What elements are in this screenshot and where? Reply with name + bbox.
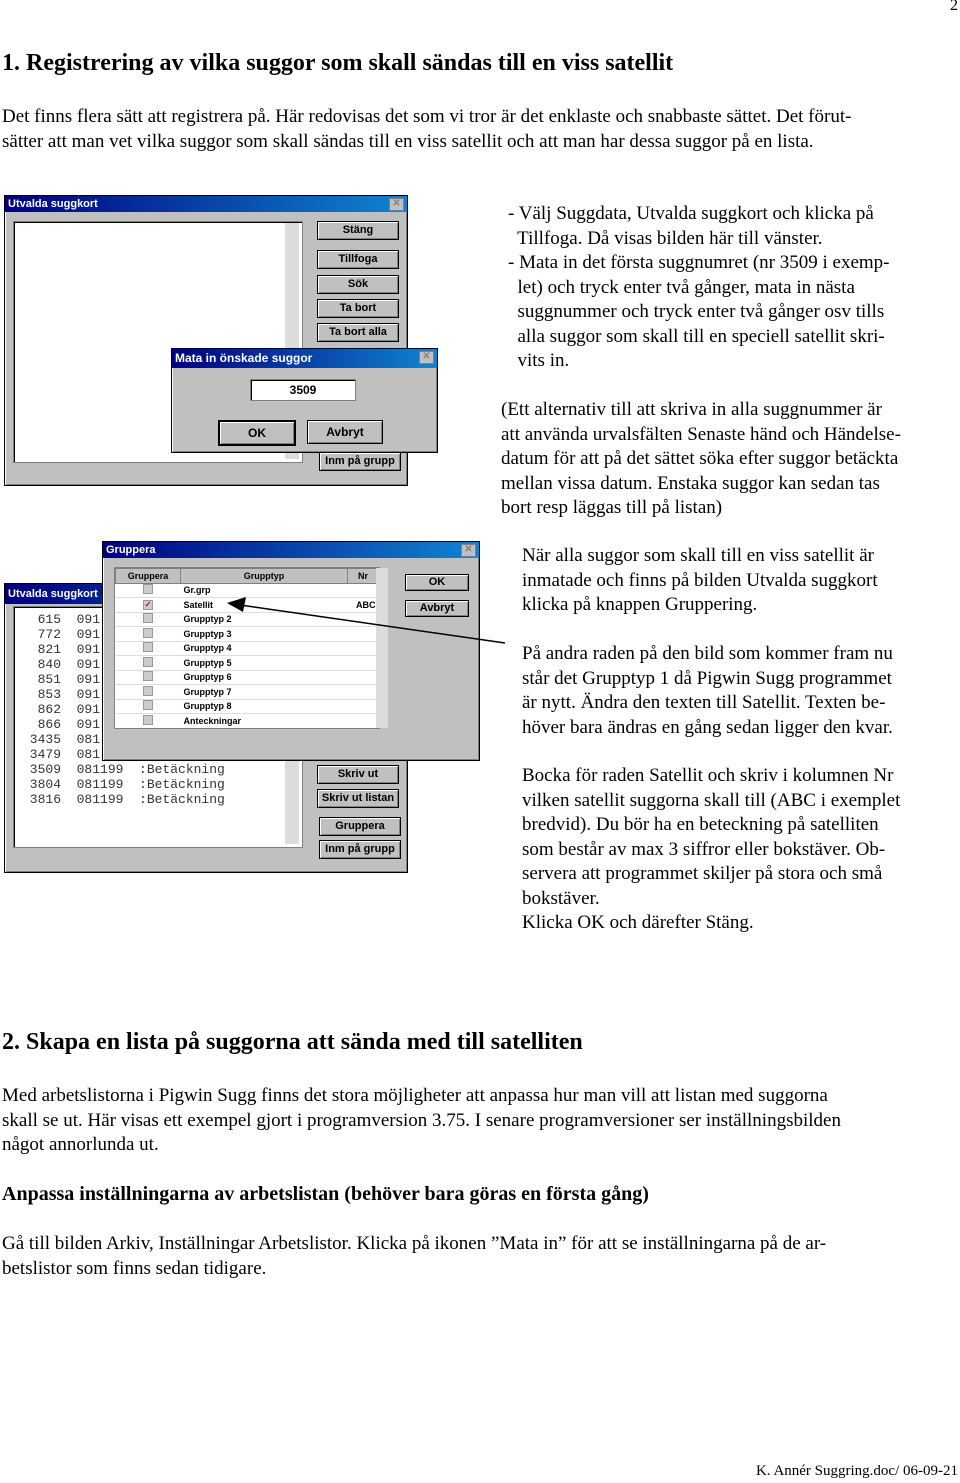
section2-subheading: Anpassa inställningarna av arbetslistan …	[2, 1183, 649, 1205]
text-line: skall se ut. Här visas ett exempel gjort…	[2, 1109, 841, 1131]
text-line: något annorlunda ut.	[2, 1134, 159, 1155]
text-line: Gå till bilden Arkiv, Inställningar Arbe…	[2, 1233, 827, 1254]
footer: K. Annér Suggring.doc/ 06-09-21	[755, 1463, 958, 1479]
text-line: betslistor som finns sedan tidigare.	[2, 1257, 267, 1279]
section2-paragraph: Gå till bilden Arkiv, Inställningar Arbe…	[2, 1232, 826, 1281]
text-line: Med arbetslistorna i Pigwin Sugg finns d…	[2, 1085, 828, 1106]
document-page: 2 1. Registrering av vilka suggor som sk…	[0, 0, 960, 1483]
section2-heading: 2. Skapa en lista på suggorna att sända …	[2, 1029, 583, 1055]
section2-intro: Med arbetslistorna i Pigwin Sugg finns d…	[2, 1084, 841, 1158]
